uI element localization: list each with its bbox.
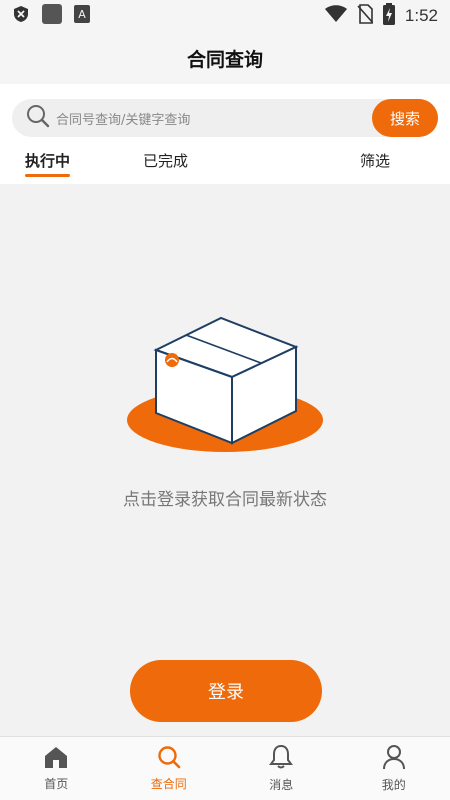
- empty-state-message: 点击登录获取合同最新状态: [123, 490, 327, 510]
- clock-time: 1:52: [404, 6, 438, 25]
- tab-in-progress[interactable]: 执行中: [25, 150, 70, 171]
- nav-label-contract-search: 查合同: [150, 777, 187, 791]
- active-tab-indicator: [25, 174, 70, 177]
- shield-icon: [12, 5, 30, 27]
- nav-item-contract-search[interactable]: 查合同: [113, 737, 226, 800]
- nav-item-home[interactable]: 首页: [0, 737, 113, 800]
- search-button[interactable]: 搜索: [372, 99, 438, 137]
- search-section: 合同号查询/关键字查询 搜索 执行中 已完成 筛选: [0, 84, 450, 184]
- status-bar: A 1:52: [0, 0, 450, 32]
- svg-text:A: A: [78, 8, 86, 21]
- search-icon: [157, 745, 181, 773]
- app-square-icon: [42, 4, 62, 28]
- no-sim-icon: [357, 4, 374, 28]
- status-tabs: 执行中 已完成 筛选: [0, 146, 450, 184]
- search-icon: [26, 104, 50, 132]
- nav-item-profile[interactable]: 我的: [338, 737, 450, 800]
- nav-item-messages[interactable]: 消息: [225, 737, 338, 800]
- empty-state-illustration: [120, 315, 330, 455]
- wifi-icon: [324, 5, 347, 27]
- search-input[interactable]: 合同号查询/关键字查询 搜索: [12, 99, 438, 137]
- battery-charging-icon: [382, 3, 395, 29]
- login-button[interactable]: 登录: [130, 660, 322, 722]
- translate-icon: A: [74, 5, 90, 27]
- bell-icon: [269, 744, 294, 774]
- nav-label-home: 首页: [44, 777, 69, 791]
- tab-completed[interactable]: 已完成: [143, 150, 188, 171]
- home-icon: [43, 745, 69, 773]
- app-header: 合同查询: [0, 32, 450, 84]
- nav-label-profile: 我的: [381, 778, 406, 792]
- filter-button[interactable]: 筛选: [360, 150, 390, 171]
- bottom-nav: 首页 查合同 消息 我的: [0, 736, 450, 800]
- search-placeholder: 合同号查询/关键字查询: [56, 112, 191, 128]
- person-icon: [382, 744, 406, 774]
- nav-label-messages: 消息: [269, 778, 294, 792]
- page-title: 合同查询: [186, 48, 263, 71]
